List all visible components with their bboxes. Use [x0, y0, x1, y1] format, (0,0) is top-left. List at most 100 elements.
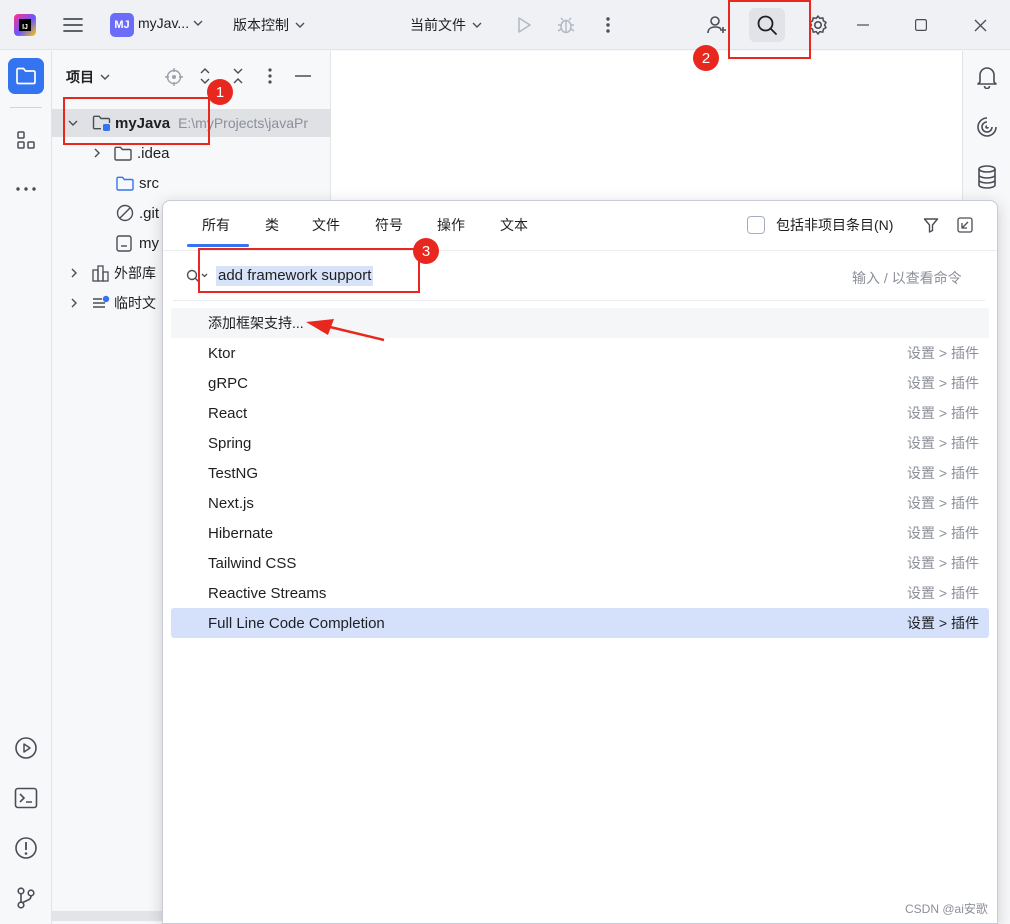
- title-bar: IJ MJ myJav... 版本控制 当前文件: [0, 0, 1010, 50]
- close-icon[interactable]: [969, 14, 991, 36]
- result-location: 设置 > 插件: [907, 405, 979, 421]
- result-item[interactable]: Tailwind CSS 设置 > 插件: [171, 548, 989, 578]
- source-folder-icon: [116, 176, 134, 191]
- tab-classes[interactable]: 类: [265, 215, 279, 235]
- tree-item-scratches[interactable]: 临时文: [71, 289, 156, 317]
- chevron-down-icon: [295, 22, 305, 28]
- result-label: Next.js: [208, 494, 254, 512]
- result-item[interactable]: 添加框架支持...: [171, 308, 989, 338]
- git-branch-icon: [15, 886, 37, 910]
- maximize-icon[interactable]: [910, 14, 932, 36]
- open-in-window-icon[interactable]: [955, 215, 975, 235]
- project-badge[interactable]: MJ: [110, 13, 134, 37]
- annotation-box-1: [63, 97, 210, 145]
- tree-item-external-libs[interactable]: 外部库: [71, 259, 156, 287]
- ignored-file-icon: [116, 204, 134, 222]
- tree-item-label: .git: [139, 204, 160, 222]
- result-item[interactable]: Reactive Streams 设置 > 插件: [171, 578, 989, 608]
- result-label: gRPC: [208, 374, 249, 392]
- result-location: 设置 > 插件: [907, 615, 979, 631]
- strip-divider: [10, 107, 42, 108]
- more-vertical-icon[interactable]: [598, 13, 618, 37]
- result-item[interactable]: TestNG 设置 > 插件: [171, 458, 989, 488]
- search-everywhere-popup: 所有 类 文件 符号 操作 文本 包括非项目条目(N) add framewor…: [162, 200, 998, 924]
- result-location: 设置 > 插件: [907, 435, 979, 451]
- tree-item-label: 外部库: [114, 265, 156, 281]
- project-tool-button[interactable]: [8, 58, 44, 94]
- result-label: TestNG: [208, 464, 259, 482]
- git-tool-button[interactable]: [8, 880, 44, 916]
- terminal-icon: [14, 787, 38, 809]
- file-icon: [116, 234, 132, 252]
- tab-actions[interactable]: 操作: [437, 215, 465, 235]
- minimize-icon[interactable]: [852, 14, 874, 36]
- result-item[interactable]: Spring 设置 > 插件: [171, 428, 989, 458]
- result-location: 设置 > 插件: [907, 525, 979, 541]
- tree-item-label: .idea: [137, 144, 170, 162]
- result-item[interactable]: React 设置 > 插件: [171, 398, 989, 428]
- database-icon[interactable]: [973, 163, 1001, 191]
- scratch-icon: [92, 295, 110, 311]
- annotation-marker-2: 2: [693, 45, 719, 71]
- result-item[interactable]: Ktor 设置 > 插件: [171, 338, 989, 368]
- annotation-box-2: [728, 0, 811, 59]
- result-label: Hibernate: [208, 524, 274, 542]
- result-label: Tailwind CSS: [208, 554, 297, 572]
- active-tab-indicator: [187, 244, 249, 247]
- tree-item-src[interactable]: src: [116, 169, 159, 197]
- more-tools-button[interactable]: [8, 171, 44, 207]
- folder-icon: [15, 67, 37, 85]
- result-location: 设置 > 插件: [907, 345, 979, 361]
- app-logo-icon: IJ: [14, 14, 36, 36]
- annotation-box-3: [198, 248, 420, 293]
- result-item[interactable]: Next.js 设置 > 插件: [171, 488, 989, 518]
- tree-item-label: 临时文: [114, 295, 156, 311]
- chevron-right-icon: [71, 268, 77, 278]
- locate-icon[interactable]: [164, 67, 184, 87]
- panel-title: 项目: [66, 69, 94, 85]
- run-circle-icon: [14, 736, 38, 760]
- chevron-right-icon: [71, 298, 77, 308]
- tab-symbols[interactable]: 符号: [375, 215, 403, 235]
- chevron-down-icon: [100, 74, 110, 80]
- terminal-tool-button[interactable]: [8, 780, 44, 816]
- structure-tool-button[interactable]: [8, 122, 44, 158]
- add-user-icon[interactable]: [703, 12, 731, 38]
- run-config-selector[interactable]: 当前文件: [410, 15, 482, 35]
- notifications-bell-icon[interactable]: [973, 63, 1001, 91]
- library-icon: [92, 264, 110, 282]
- tree-item-gitignore[interactable]: .git: [116, 199, 159, 227]
- run-tool-button[interactable]: [8, 730, 44, 766]
- more-horizontal-icon: [16, 187, 36, 191]
- chevron-down-icon: [472, 22, 482, 28]
- result-location: 设置 > 插件: [907, 465, 979, 481]
- hide-panel-icon[interactable]: [294, 67, 312, 85]
- result-item-selected[interactable]: Full Line Code Completion 设置 > 插件: [171, 608, 989, 638]
- include-non-project-label: 包括非项目条目(N): [776, 217, 894, 233]
- filter-icon[interactable]: [921, 215, 941, 235]
- watermark: CSDN @ai安歌: [905, 902, 988, 916]
- project-view-selector[interactable]: 项目: [66, 63, 110, 91]
- collapse-all-icon[interactable]: [230, 65, 246, 87]
- tab-all[interactable]: 所有: [202, 215, 230, 235]
- result-location: 设置 > 插件: [907, 555, 979, 571]
- tree-item-file[interactable]: my: [116, 229, 159, 257]
- vcs-menu[interactable]: 版本控制: [233, 15, 305, 35]
- bug-icon[interactable]: [554, 13, 578, 37]
- result-location: 设置 > 插件: [907, 585, 979, 601]
- more-vertical-icon[interactable]: [263, 66, 277, 86]
- result-label: React: [208, 404, 248, 422]
- tab-files[interactable]: 文件: [312, 215, 340, 235]
- problems-tool-button[interactable]: [8, 830, 44, 866]
- result-label: 添加框架支持...: [208, 315, 304, 331]
- include-non-project-checkbox[interactable]: [747, 216, 765, 234]
- result-item[interactable]: gRPC 设置 > 插件: [171, 368, 989, 398]
- ai-assistant-icon[interactable]: [973, 113, 1001, 141]
- annotation-arrow: [306, 319, 385, 342]
- tab-text[interactable]: 文本: [500, 215, 528, 235]
- project-selector[interactable]: myJav...: [138, 15, 203, 31]
- play-icon[interactable]: [512, 13, 536, 37]
- chevron-right-icon: [94, 148, 100, 158]
- hamburger-icon[interactable]: [60, 13, 86, 37]
- result-item[interactable]: Hibernate 设置 > 插件: [171, 518, 989, 548]
